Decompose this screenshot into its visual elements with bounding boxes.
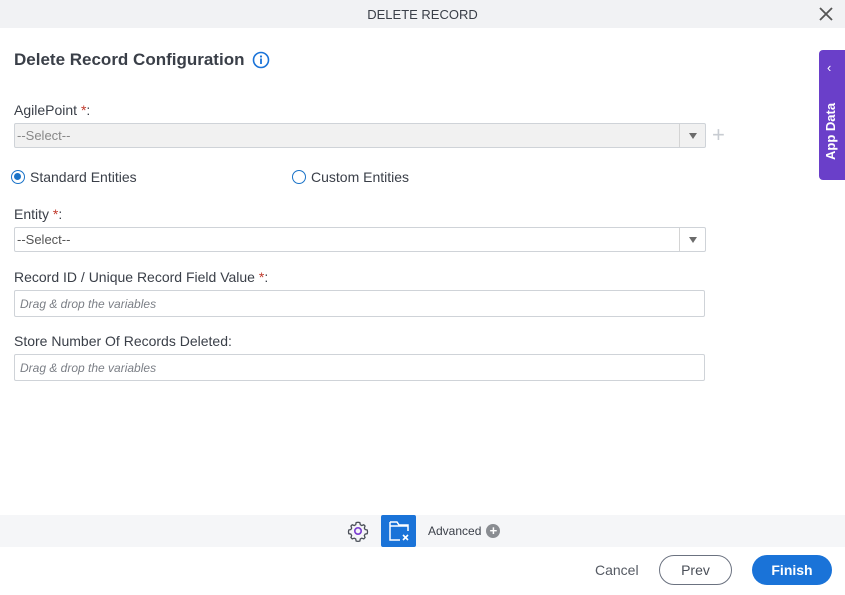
chevron-left-icon[interactable]: ‹	[827, 60, 831, 75]
app-data-label: App Data	[823, 102, 838, 160]
radio-label: Custom Entities	[311, 169, 410, 185]
prev-button[interactable]: Prev	[659, 555, 732, 585]
bottom-toolbar: Advanced +	[0, 515, 845, 547]
record-id-label: Record ID / Unique Record Field Value *:	[14, 269, 268, 285]
radio-label: Standard Entities	[30, 169, 137, 185]
gear-icon[interactable]	[347, 520, 369, 542]
agilepoint-select[interactable]: --Select--	[14, 123, 706, 148]
dropdown-arrow-icon[interactable]	[679, 124, 705, 147]
radio-unchecked-icon[interactable]	[292, 170, 306, 184]
label-colon: :	[58, 206, 63, 222]
cancel-button[interactable]: Cancel	[595, 562, 639, 578]
folder-delete-icon	[389, 521, 409, 541]
add-agilepoint-icon[interactable]: +	[712, 124, 730, 146]
label-colon: :	[86, 102, 91, 118]
agilepoint-select-value: --Select--	[17, 128, 71, 143]
store-count-label: Store Number Of Records Deleted:	[14, 333, 232, 349]
radio-custom-entities[interactable]: Custom Entities	[292, 169, 409, 185]
entity-select-value: --Select--	[17, 232, 71, 247]
advanced-label: Advanced	[428, 524, 482, 538]
dialog-title: DELETE RECORD	[367, 7, 478, 22]
entity-select[interactable]: --Select--	[14, 227, 706, 252]
dropdown-arrow-icon[interactable]	[679, 228, 705, 251]
agilepoint-label-text: AgilePoint	[14, 102, 81, 118]
close-icon[interactable]	[817, 5, 835, 23]
info-icon[interactable]	[252, 51, 270, 69]
finish-button[interactable]: Finish	[752, 555, 832, 585]
store-count-input[interactable]: Drag & drop the variables	[14, 354, 705, 381]
entity-label-text: Entity	[14, 206, 53, 222]
label-colon: :	[264, 269, 269, 285]
entity-label: Entity *:	[14, 206, 62, 222]
app-data-panel-tab[interactable]: ‹ App Data	[819, 50, 845, 180]
agilepoint-label: AgilePoint *:	[14, 102, 90, 118]
page-title: Delete Record Configuration	[14, 50, 245, 69]
dialog-titlebar: DELETE RECORD	[0, 0, 845, 28]
record-id-label-text: Record ID / Unique Record Field Value	[14, 269, 259, 285]
record-id-input[interactable]: Drag & drop the variables	[14, 290, 705, 317]
page-heading: Delete Record Configuration	[14, 50, 270, 70]
advanced-toggle[interactable]: Advanced +	[428, 524, 501, 538]
radio-standard-entities[interactable]: Standard Entities	[11, 169, 137, 185]
radio-checked-icon[interactable]	[11, 170, 25, 184]
plus-circle-icon[interactable]: +	[486, 524, 501, 538]
delete-folder-button[interactable]	[381, 515, 416, 547]
